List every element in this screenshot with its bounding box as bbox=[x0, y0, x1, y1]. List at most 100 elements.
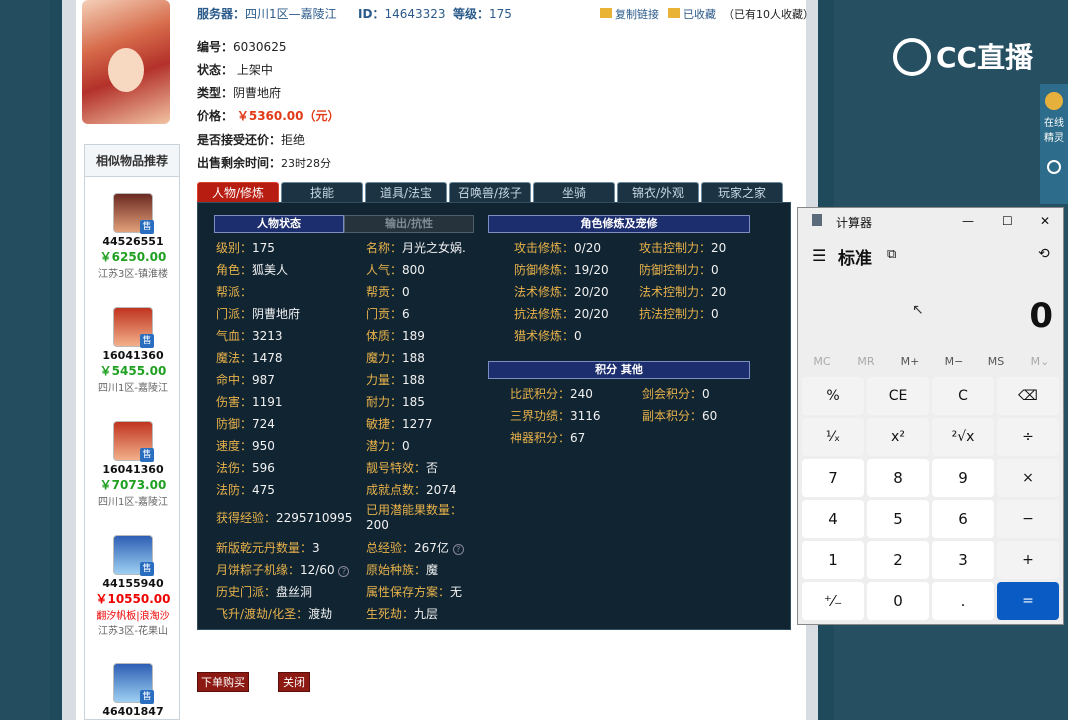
item-thumbnail: 售 bbox=[113, 193, 154, 234]
stat-label: 潜力： bbox=[366, 439, 403, 453]
key-6[interactable]: 6 bbox=[932, 500, 994, 538]
minimize-icon[interactable]: — bbox=[962, 214, 974, 228]
mem-mminus[interactable]: M− bbox=[934, 355, 974, 368]
key-ce[interactable]: CE bbox=[867, 377, 929, 415]
key-multiply[interactable]: × bbox=[997, 459, 1059, 497]
cult-row: 法术修炼：20/20 bbox=[514, 283, 609, 300]
copy-link-button[interactable]: 复制链接 bbox=[600, 6, 659, 22]
tab-appearance[interactable]: 锦衣/外观 bbox=[617, 182, 699, 202]
side-widget[interactable]: 在线 精灵 bbox=[1040, 84, 1068, 204]
stat-label: 气血： bbox=[216, 329, 253, 343]
key-9[interactable]: 9 bbox=[932, 459, 994, 497]
key-8[interactable]: 8 bbox=[867, 459, 929, 497]
buy-button[interactable]: 下单购买 bbox=[197, 672, 249, 692]
cult-value: 19/20 bbox=[574, 263, 609, 277]
mem-mc[interactable]: MC bbox=[802, 355, 842, 368]
tab-home[interactable]: 玩家之家 bbox=[701, 182, 783, 202]
stat-value: 1277 bbox=[402, 417, 433, 431]
stat-row: 速度：950 bbox=[216, 437, 275, 454]
points-value: 3116 bbox=[570, 409, 601, 423]
points-label: 剑会积分： bbox=[642, 387, 703, 401]
cult-label: 抗法修炼： bbox=[514, 307, 575, 321]
mem-mr[interactable]: MR bbox=[846, 355, 886, 368]
key-divide[interactable]: ÷ bbox=[997, 418, 1059, 456]
field-status: 状态： 上架中 bbox=[197, 61, 273, 78]
stat-label: 角色： bbox=[216, 263, 253, 277]
background-left bbox=[0, 0, 50, 720]
tab-items[interactable]: 道具/法宝 bbox=[365, 182, 447, 202]
stat-value: 0 bbox=[402, 439, 410, 453]
key-sqrt[interactable]: ²√x bbox=[932, 418, 994, 456]
section-output[interactable]: 输出/抗性 bbox=[344, 215, 474, 233]
key-3[interactable]: 3 bbox=[932, 541, 994, 579]
key-c[interactable]: C bbox=[932, 377, 994, 415]
stat-row-fly: 飞升/渡劫/化圣：渡劫 bbox=[216, 605, 332, 622]
points-row: 三界功绩：3116 bbox=[510, 407, 601, 424]
key-equals[interactable]: = bbox=[997, 582, 1059, 620]
tab-mounts[interactable]: 坐骑 bbox=[533, 182, 615, 202]
stat-row: 法防：475 bbox=[216, 481, 275, 498]
stat-row: 魔法：1478 bbox=[216, 349, 283, 366]
key-minus[interactable]: − bbox=[997, 500, 1059, 538]
key-reciprocal[interactable]: ¹⁄ₓ bbox=[802, 418, 864, 456]
points-value: 240 bbox=[570, 387, 593, 401]
stat-row: 气血：3213 bbox=[216, 327, 283, 344]
level-value: 175 bbox=[489, 7, 512, 21]
stat-row-attr: 属性保存方案：无 bbox=[366, 583, 462, 600]
history-icon[interactable]: ⟲ bbox=[1038, 246, 1050, 262]
stat-row-zongzi: 月饼粽子机缘：12/60 ? bbox=[216, 561, 350, 578]
key-1[interactable]: 1 bbox=[802, 541, 864, 579]
keep-on-top-icon[interactable]: ⧉ bbox=[887, 247, 896, 262]
calculator-app-icon bbox=[812, 214, 822, 226]
key-plus[interactable]: + bbox=[997, 541, 1059, 579]
mem-mplus[interactable]: M+ bbox=[890, 355, 930, 368]
mem-list[interactable]: M⌄ bbox=[1020, 355, 1060, 368]
key-square[interactable]: x² bbox=[867, 418, 929, 456]
key-2[interactable]: 2 bbox=[867, 541, 929, 579]
similar-item-id: 16041360 bbox=[102, 463, 164, 476]
cult-row: 攻击控制力：20 bbox=[639, 239, 726, 256]
similar-item-price: ￥10550.00 bbox=[95, 592, 171, 606]
key-5[interactable]: 5 bbox=[867, 500, 929, 538]
key-decimal[interactable]: . bbox=[932, 582, 994, 620]
tab-pets[interactable]: 召唤兽/孩子 bbox=[449, 182, 531, 202]
help-icon[interactable]: ? bbox=[338, 566, 350, 577]
similar-item[interactable]: 售 16041360 ￥5455.00 四川1区-嘉陵江 bbox=[85, 307, 181, 394]
similar-item[interactable]: 售 16041360 ￥7073.00 四川1区-嘉陵江 bbox=[85, 421, 181, 508]
character-panel: 人物状态 输出/抗性 角色修炼及宠修 积分 其他 级别：175 角色：狐美人 帮… bbox=[197, 202, 791, 630]
key-backspace[interactable]: ⌫ bbox=[997, 377, 1059, 415]
key-percent[interactable]: % bbox=[802, 377, 864, 415]
key-4[interactable]: 4 bbox=[802, 500, 864, 538]
similar-item[interactable]: 售 44526551 ￥6250.00 江苏3区-镇淮楼 bbox=[85, 193, 181, 280]
zongzi-label: 月饼粽子机缘： bbox=[216, 563, 301, 577]
server-value: 四川1区—嘉陵江 bbox=[245, 7, 337, 21]
history-value: 盘丝洞 bbox=[276, 585, 313, 599]
menu-icon[interactable]: ☰ bbox=[812, 246, 826, 265]
maximize-icon[interactable]: ☐ bbox=[1002, 214, 1013, 228]
folder-icon bbox=[600, 8, 612, 18]
key-7[interactable]: 7 bbox=[802, 459, 864, 497]
stat-label: 级别： bbox=[216, 241, 253, 255]
section-status[interactable]: 人物状态 bbox=[214, 215, 344, 233]
similar-item[interactable]: 售 44155940 ￥10550.00 翻汐帆板|浪淘沙 江苏3区-花果山 bbox=[85, 535, 181, 637]
server-label: 服务器： bbox=[197, 7, 246, 21]
stat-row: 体质：189 bbox=[366, 327, 425, 344]
mem-ms[interactable]: MS bbox=[976, 355, 1016, 368]
cult-value: 0/20 bbox=[574, 241, 601, 255]
cult-label: 防御修炼： bbox=[514, 263, 575, 277]
cult-row: 法术控制力：20 bbox=[639, 283, 726, 300]
price-label: 价格： bbox=[197, 109, 234, 123]
stat-value: 475 bbox=[252, 483, 275, 497]
close-button[interactable]: 关闭 bbox=[278, 672, 310, 692]
tab-character[interactable]: 人物/修炼 bbox=[197, 182, 279, 202]
close-icon[interactable]: ✕ bbox=[1040, 214, 1050, 228]
key-negate[interactable]: ⁺⁄₋ bbox=[802, 582, 864, 620]
stat-value: 724 bbox=[252, 417, 275, 431]
stat-row: 力量：188 bbox=[366, 371, 425, 388]
similar-item[interactable]: 售 46401847 bbox=[85, 663, 181, 718]
favorite-button[interactable]: 已收藏 bbox=[668, 6, 716, 22]
help-icon[interactable]: ? bbox=[452, 544, 464, 555]
stat-row-history: 历史门派：盘丝洞 bbox=[216, 583, 312, 600]
key-0[interactable]: 0 bbox=[867, 582, 929, 620]
tab-skills[interactable]: 技能 bbox=[281, 182, 363, 202]
